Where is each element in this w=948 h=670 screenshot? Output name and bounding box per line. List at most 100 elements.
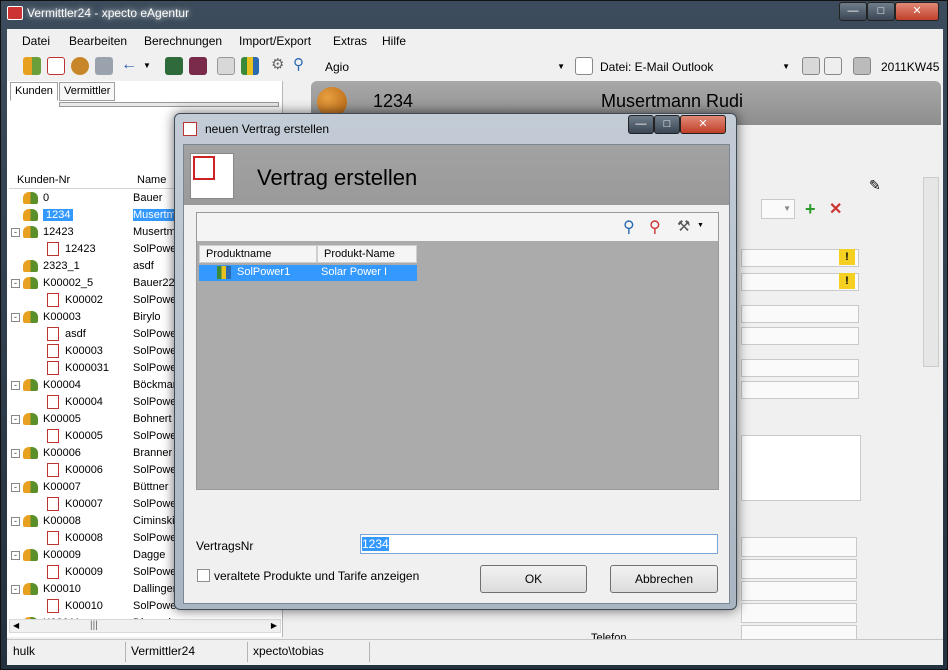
collapse-node-icon[interactable]: -	[11, 551, 20, 560]
product-row[interactable]: SolPower1 Solar Power I	[199, 265, 417, 281]
detail-field-6[interactable]	[741, 381, 859, 399]
contact-field-2[interactable]	[741, 559, 857, 579]
products-icon[interactable]	[241, 57, 259, 75]
title-bar: Vermittler24 - xpecto eAgentur — □ ✕	[1, 1, 948, 27]
dialog-close-button[interactable]: ✕	[680, 115, 726, 134]
collapse-node-icon[interactable]: -	[11, 517, 20, 526]
new-document-icon[interactable]	[47, 57, 65, 75]
contract-icon	[47, 565, 59, 579]
book-icon[interactable]	[165, 57, 183, 75]
agent-icon[interactable]	[71, 57, 89, 75]
notes-area[interactable]	[741, 435, 861, 501]
agio-combo[interactable]: Agio ▼	[320, 57, 570, 77]
vertragsnr-value: 1234	[362, 537, 389, 551]
col-header-produkt-name[interactable]: Produkt-Name	[317, 245, 417, 263]
col-header-produktname[interactable]: Produktname	[199, 245, 317, 263]
save-icon[interactable]	[95, 57, 113, 75]
menu-bearbeiten[interactable]: Bearbeiten	[69, 34, 127, 48]
collapse-node-icon[interactable]: -	[11, 449, 20, 458]
print-preview-icon[interactable]	[824, 57, 842, 75]
outdated-products-label[interactable]: veraltete Produkte und Tarife anzeigen	[214, 569, 419, 583]
back-dropdown-icon[interactable]: ▼	[143, 61, 151, 70]
detail-field-5[interactable]	[741, 359, 859, 377]
print-icon[interactable]	[802, 57, 820, 75]
ok-button[interactable]: OK	[480, 565, 587, 593]
menu-datei[interactable]: Datei	[22, 34, 50, 48]
collapse-node-icon[interactable]: -	[11, 415, 20, 424]
toolbar: ← ▼ ⚙ ⚲ Agio ▼ Datei: E-Mail Outlook ▼ 2…	[7, 54, 943, 80]
collapse-node-icon[interactable]: -	[11, 228, 20, 237]
menu-berechnungen[interactable]: Berechnungen	[144, 34, 222, 48]
kundennr-cell: K00005	[65, 430, 103, 442]
scroll-right-icon[interactable]: ▶	[271, 621, 277, 630]
col-header-kundennr[interactable]: Kunden-Nr	[17, 174, 70, 186]
collapse-node-icon[interactable]: -	[11, 313, 20, 322]
customer-icon	[23, 192, 38, 204]
collapse-node-icon[interactable]: -	[11, 483, 20, 492]
tab-kunden[interactable]: Kunden	[10, 82, 58, 101]
contract-icon	[47, 242, 59, 256]
customer-icon	[23, 209, 38, 221]
status-separator	[125, 642, 126, 662]
kundennr-cell: K00005	[43, 413, 81, 425]
dialog-minimize-button[interactable]: —	[628, 115, 654, 134]
collapse-node-icon[interactable]: -	[11, 381, 20, 390]
kundennr-cell: K00009	[65, 566, 103, 578]
vertragsnr-input[interactable]: 1234	[360, 534, 718, 554]
settings-icon[interactable]: ⚙	[271, 57, 289, 75]
zoom-clear-icon[interactable]: ⚲	[649, 217, 661, 237]
close-button[interactable]: ✕	[895, 2, 939, 21]
detail-field-4[interactable]	[741, 327, 859, 345]
dialog-maximize-button[interactable]: □	[654, 115, 680, 134]
back-arrow-icon[interactable]: ←	[121, 57, 139, 75]
collapse-node-icon[interactable]: -	[11, 279, 20, 288]
note-icon[interactable]: ✎	[869, 177, 881, 194]
status-separator	[369, 642, 370, 662]
cancel-button[interactable]: Abbrechen	[610, 565, 718, 593]
add-icon[interactable]: +	[805, 199, 816, 220]
chevron-down-icon[interactable]: ▼	[782, 62, 790, 71]
collapse-node-icon[interactable]: -	[11, 585, 20, 594]
kundennr-cell: 0	[43, 192, 50, 204]
menu-hilfe[interactable]: Hilfe	[382, 34, 406, 48]
calendar-icon[interactable]	[853, 57, 871, 75]
tab-vermittler[interactable]: Vermittler	[59, 82, 116, 101]
scroll-left-icon[interactable]: ◀	[13, 621, 19, 630]
chevron-down-icon: ▼	[783, 204, 791, 213]
name-cell: Branner	[133, 447, 173, 459]
report-icon[interactable]	[189, 57, 207, 75]
tree-horizontal-scrollbar[interactable]: ◀ ||| ▶	[9, 619, 281, 633]
chevron-down-icon[interactable]: ▼	[557, 62, 565, 71]
contracts-icon[interactable]	[217, 57, 235, 75]
name-cell: Bauer22	[133, 277, 175, 289]
maximize-button[interactable]: □	[867, 2, 895, 21]
customer-name: Musertmann Rudi	[601, 91, 744, 111]
chevron-down-icon[interactable]: ▼	[697, 222, 704, 229]
outdated-products-checkbox[interactable]	[197, 569, 210, 582]
delete-icon[interactable]: ✕	[829, 199, 842, 219]
menu-extras[interactable]: Extras	[333, 34, 367, 48]
tab-scrollbar[interactable]	[59, 102, 279, 107]
scroll-thumb-grip[interactable]: |||	[90, 620, 98, 631]
customers-icon[interactable]	[23, 57, 41, 75]
detail-field-3[interactable]	[741, 305, 859, 323]
customer-icon	[23, 481, 38, 493]
kundennr-cell: K00006	[65, 464, 103, 476]
minimize-button[interactable]: —	[839, 2, 867, 21]
contact-field-1[interactable]	[741, 537, 857, 557]
file-export-icon[interactable]	[575, 57, 593, 75]
name-cell: Bauer	[133, 192, 163, 204]
search-icon[interactable]: ⚲	[293, 57, 311, 75]
col-header-name[interactable]: Name	[137, 174, 166, 186]
status-app: Vermittler24	[131, 644, 196, 658]
contract-document-icon	[190, 153, 234, 199]
menu-import-export[interactable]: Import/Export	[239, 34, 311, 48]
file-export-combo[interactable]: Datei: E-Mail Outlook ▼	[595, 57, 795, 77]
menu-bar: Datei Bearbeiten Berechnungen Import/Exp…	[7, 29, 943, 53]
zoom-in-icon[interactable]: ⚲	[623, 217, 635, 237]
contact-field-4[interactable]	[741, 603, 857, 623]
type-combo[interactable]: ▼	[761, 199, 795, 219]
detail-scrollbar[interactable]	[923, 177, 939, 367]
tools-icon[interactable]: ⚒	[677, 217, 690, 235]
contact-field-3[interactable]	[741, 581, 857, 601]
